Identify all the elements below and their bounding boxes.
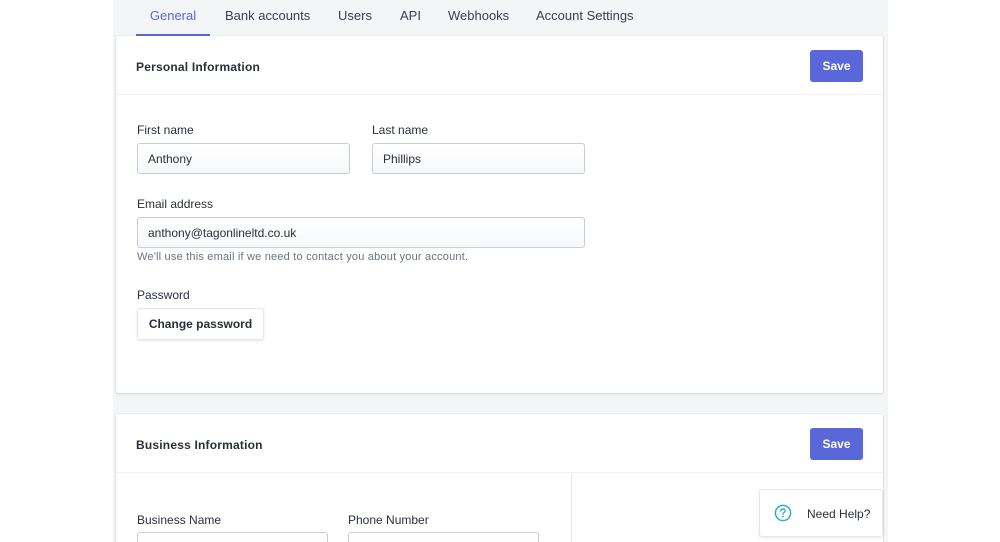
phone-number-input[interactable] bbox=[348, 532, 539, 542]
tab-users[interactable]: Users bbox=[338, 0, 372, 36]
email-label: Email address bbox=[137, 197, 214, 211]
personal-information-card: Personal Information Save First name Las… bbox=[116, 36, 883, 393]
business-name-label: Business Name bbox=[137, 513, 222, 527]
business-information-header: Business Information Save bbox=[116, 414, 883, 473]
email-input[interactable] bbox=[137, 217, 585, 248]
need-help-widget[interactable]: Need Help? bbox=[759, 489, 883, 537]
tab-webhooks[interactable]: Webhooks bbox=[448, 0, 509, 36]
column-divider bbox=[571, 474, 572, 542]
tab-general[interactable]: General bbox=[136, 0, 210, 36]
personal-information-header: Personal Information Save bbox=[116, 36, 883, 95]
phone-number-label: Phone Number bbox=[348, 513, 429, 527]
business-save-button[interactable]: Save bbox=[810, 428, 863, 460]
question-circle-icon bbox=[774, 504, 792, 522]
change-password-button[interactable]: Change password bbox=[137, 308, 264, 340]
last-name-input[interactable] bbox=[372, 143, 585, 174]
settings-page: General Bank accounts Users API Webhooks… bbox=[113, 0, 888, 542]
last-name-label: Last name bbox=[372, 123, 429, 137]
need-help-label: Need Help? bbox=[807, 507, 871, 521]
password-label: Password bbox=[137, 288, 190, 302]
tab-api[interactable]: API bbox=[400, 0, 421, 36]
tab-bank-accounts[interactable]: Bank accounts bbox=[225, 0, 310, 36]
tab-account-settings[interactable]: Account Settings bbox=[536, 0, 634, 36]
first-name-label: First name bbox=[137, 123, 194, 137]
first-name-input[interactable] bbox=[137, 143, 350, 174]
personal-information-title: Personal Information bbox=[136, 60, 261, 74]
business-information-title: Business Information bbox=[136, 438, 263, 452]
business-name-input[interactable] bbox=[137, 532, 328, 542]
settings-tabs: General Bank accounts Users API Webhooks… bbox=[113, 0, 888, 36]
email-hint: We'll use this email if we need to conta… bbox=[137, 251, 469, 263]
personal-save-button[interactable]: Save bbox=[810, 50, 863, 82]
